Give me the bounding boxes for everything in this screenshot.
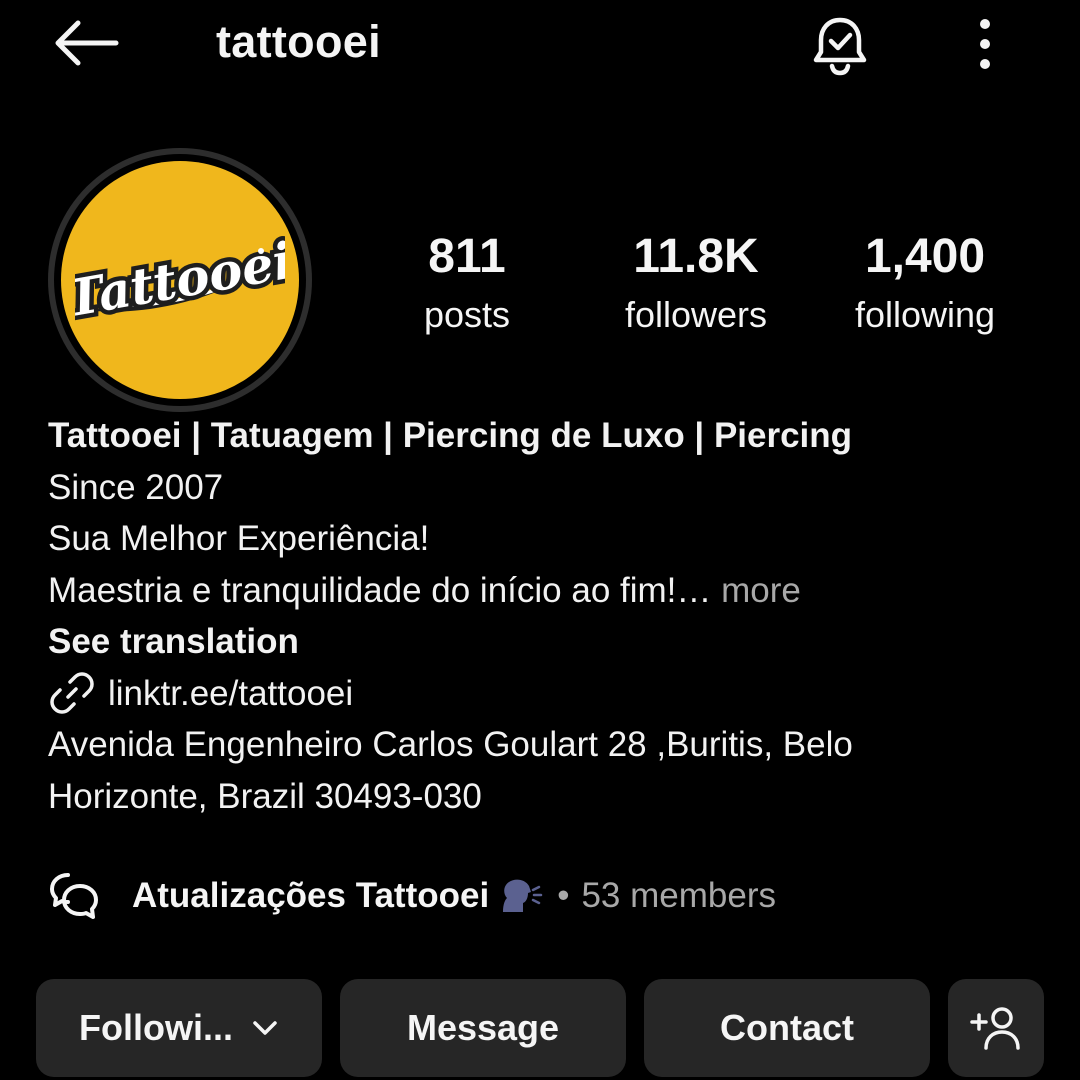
followers-count: 11.8K: [633, 230, 759, 283]
chat-bubbles-icon: [48, 870, 100, 922]
channel-name: Atualizações Tattooei: [132, 876, 490, 915]
chevron-down-icon: [251, 1018, 279, 1038]
bio-link-row[interactable]: linktr.ee/tattooei: [48, 668, 1048, 720]
profile-bio: Tattooei | Tatuagem | Piercing de Luxo |…: [48, 410, 1048, 822]
bio-link[interactable]: linktr.ee/tattooei: [108, 668, 353, 720]
bio-line-3: Maestria e tranquilidade do início ao fi…: [48, 570, 677, 610]
avatar-logo-background: Tattooei: [61, 161, 299, 399]
bio-ellipsis: …: [676, 570, 712, 610]
message-button-label: Message: [406, 1007, 560, 1048]
profile-username: tattooei: [216, 16, 381, 67]
contact-button[interactable]: Contact: [644, 979, 930, 1077]
channel-separator: •: [557, 876, 570, 915]
posts-count: 811: [428, 230, 506, 283]
add-user-button[interactable]: [948, 979, 1044, 1077]
following-count: 1,400: [864, 230, 986, 283]
profile-display-name: Tattooei | Tatuagem | Piercing de Luxo |…: [48, 416, 853, 455]
vertical-dots-icon: [980, 19, 990, 69]
profile-avatar[interactable]: Tattooei: [48, 148, 312, 412]
following-button-label: Followi...: [79, 1007, 233, 1048]
address-line-2[interactable]: Horizonte, Brazil 30493-030: [48, 771, 1048, 823]
broadcast-channel-row[interactable]: Atualizações Tattooei • 53 members: [48, 866, 776, 926]
speaking-head-emoji: [499, 876, 543, 916]
see-translation-link[interactable]: See translation: [48, 616, 1048, 668]
back-button[interactable]: [40, 8, 130, 78]
contact-button-label: Contact: [720, 1007, 854, 1048]
tattooei-logo: Tattooei: [75, 226, 285, 333]
more-options-button[interactable]: [955, 10, 1015, 80]
following-label: following: [854, 294, 996, 335]
bio-line-1: Since 2007: [48, 467, 224, 507]
link-icon: [48, 668, 98, 718]
svg-text:Tattooei: Tattooei: [75, 231, 285, 329]
avatar-border: Tattooei: [54, 154, 306, 406]
add-user-icon: [970, 1007, 1020, 1050]
message-button[interactable]: Message: [340, 979, 626, 1077]
channel-members: 53 members: [581, 876, 776, 915]
more-link[interactable]: more: [721, 571, 801, 610]
bio-line-2: Sua Melhor Experiência!: [48, 519, 430, 558]
followers-label: followers: [624, 294, 768, 335]
posts-stat[interactable]: 811 posts: [357, 228, 577, 344]
bell-check-icon: [813, 17, 867, 76]
posts-label: posts: [423, 294, 511, 335]
following-button[interactable]: Followi...: [36, 979, 322, 1077]
back-arrow-icon: [55, 20, 119, 66]
following-stat[interactable]: 1,400 following: [815, 228, 1035, 344]
notifications-button[interactable]: [800, 6, 880, 86]
bio-line-3-container: Maestria e tranquilidade do início ao fi…: [48, 565, 1048, 617]
address-line-1[interactable]: Avenida Engenheiro Carlos Goulart 28 ,Bu…: [48, 719, 1048, 771]
followers-stat[interactable]: 11.8K followers: [586, 228, 806, 344]
